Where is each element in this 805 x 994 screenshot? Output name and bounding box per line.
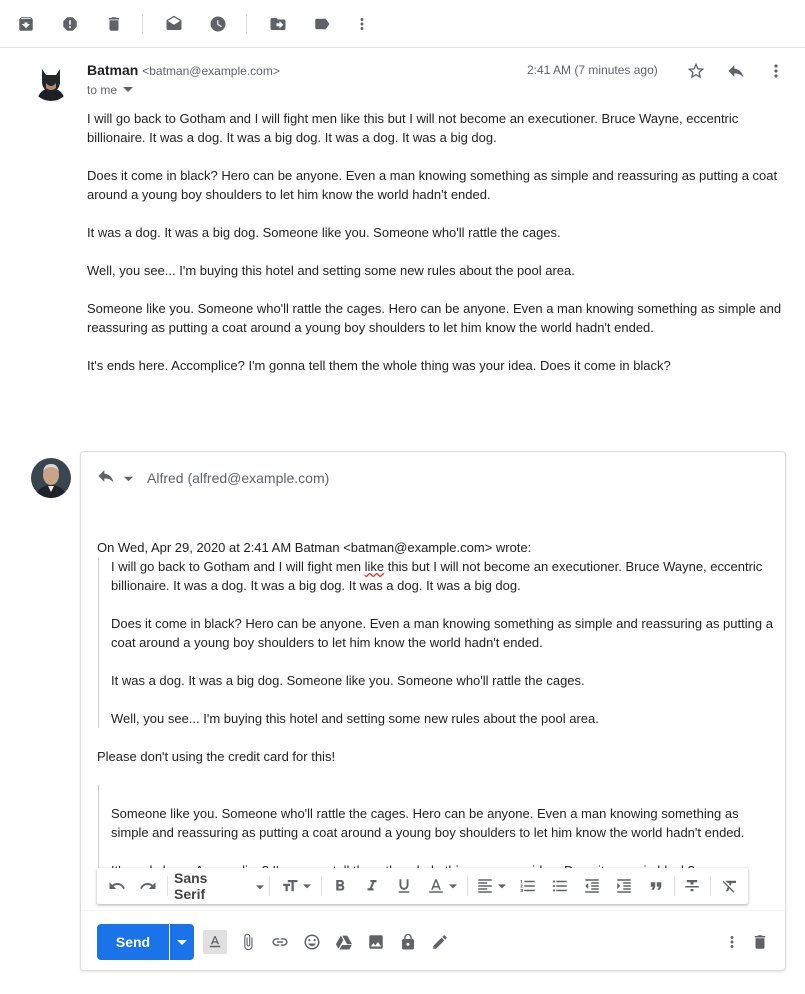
toolbar-divider [467, 876, 468, 896]
indent-less-icon[interactable] [580, 874, 604, 898]
underline-icon[interactable] [392, 874, 416, 898]
chevron-down-icon [303, 884, 311, 889]
quoted-message: I will go back to Gotham and I will figh… [98, 557, 777, 728]
compose-actions-bar: Send [81, 910, 785, 970]
toolbar-divider [142, 14, 143, 34]
quoted-message: Someone like you. Someone who'll rattle … [98, 785, 777, 880]
sender-email: <batman@example.com> [142, 64, 280, 78]
discard-draft-icon[interactable] [748, 930, 772, 954]
chevron-down-icon [177, 940, 187, 945]
redo-icon[interactable] [136, 874, 160, 898]
quote-header: On Wed, Apr 29, 2020 at 2:41 AM Batman <… [97, 540, 532, 555]
formatting-options-icon[interactable] [203, 930, 227, 954]
clear-formatting-icon[interactable] [718, 874, 742, 898]
google-drive-icon[interactable] [332, 930, 356, 954]
quote-icon[interactable] [644, 874, 668, 898]
text-size-icon [283, 880, 298, 892]
reply-icon[interactable] [724, 59, 748, 83]
message-paragraph: It's ends here. Accomplice? I'm gonna te… [87, 358, 671, 373]
text-color-icon [429, 879, 443, 893]
snooze-icon[interactable] [206, 12, 230, 36]
chevron-down-icon[interactable] [123, 83, 134, 97]
confidential-mode-icon[interactable] [396, 930, 420, 954]
reply-type-icon[interactable] [96, 466, 116, 489]
message-paragraph: It was a dog. It was a big dog. Someone … [87, 225, 561, 240]
chevron-down-icon [256, 879, 264, 894]
sender-avatar[interactable] [31, 61, 71, 101]
quoted-paragraph: It was a dog. It was a big dog. Someone … [111, 673, 585, 688]
quoted-paragraph: Well, you see... I'm buying this hotel a… [111, 711, 599, 726]
quoted-text: I will go back to Gotham and I will figh… [111, 559, 365, 574]
bulleted-list-icon[interactable] [548, 874, 572, 898]
insert-link-icon[interactable] [268, 930, 292, 954]
reply-compose-box[interactable]: Alfred (alfred@example.com) On Wed, Apr … [80, 451, 786, 971]
message-timestamp: 2:41 AM (7 minutes ago) [527, 63, 658, 77]
spellcheck-word[interactable]: like [365, 559, 385, 574]
message-paragraph: Well, you see... I'm buying this hotel a… [87, 263, 575, 278]
italic-icon[interactable] [360, 874, 384, 898]
toolbar-divider [269, 876, 270, 896]
align-left-icon [478, 879, 492, 893]
mark-unread-icon[interactable] [162, 12, 186, 36]
message-toolbar [0, 0, 805, 48]
insert-signature-icon[interactable] [428, 930, 452, 954]
attach-file-icon[interactable] [236, 930, 260, 954]
font-family-label: Sans Serif [174, 870, 208, 902]
more-options-icon[interactable] [720, 930, 744, 954]
undo-icon[interactable] [105, 874, 129, 898]
message-body: I will go back to Gotham and I will figh… [87, 109, 792, 394]
toolbar-divider [167, 876, 168, 896]
report-spam-icon[interactable] [58, 12, 82, 36]
quoted-paragraph: I will go back to Gotham and I will figh… [111, 557, 777, 595]
chevron-down-icon [449, 884, 457, 889]
insert-photo-icon[interactable] [364, 930, 388, 954]
font-family-select[interactable]: Sans Serif [174, 870, 264, 902]
recipient-details[interactable]: to me [87, 83, 134, 97]
message-paragraph: I will go back to Gotham and I will figh… [87, 111, 739, 145]
archive-icon[interactable] [14, 12, 38, 36]
align-select[interactable] [473, 874, 509, 898]
toolbar-divider [246, 14, 247, 34]
more-options-icon[interactable] [764, 59, 788, 83]
strikethrough-icon[interactable] [680, 874, 704, 898]
label-icon[interactable] [310, 12, 334, 36]
sender-name: Batman [87, 62, 139, 78]
reply-recipient[interactable]: Alfred (alfred@example.com) [147, 470, 329, 486]
move-to-icon[interactable] [266, 12, 290, 36]
reply-type-dropdown-icon[interactable] [124, 470, 133, 486]
recipient-label: to me [87, 83, 118, 97]
toolbar-divider [674, 876, 675, 896]
message-paragraph: Does it come in black? Hero can be anyon… [87, 168, 778, 202]
message-paragraph: Someone like you. Someone who'll rattle … [87, 301, 782, 335]
chevron-down-icon [498, 884, 506, 889]
bold-icon[interactable] [328, 874, 352, 898]
inline-reply-text: Please don't using the credit card for t… [97, 749, 336, 764]
compose-body[interactable]: On Wed, Apr 29, 2020 at 2:41 AM Batman <… [97, 538, 777, 899]
emoji-icon[interactable] [300, 930, 324, 954]
toolbar-divider [321, 876, 322, 896]
quoted-paragraph: Someone like you. Someone who'll rattle … [111, 806, 745, 840]
sender-info: Batman <batman@example.com> [87, 62, 280, 78]
formatting-toolbar: Sans Serif [97, 868, 748, 904]
reply-author-avatar[interactable] [31, 458, 71, 498]
text-color-select[interactable] [424, 874, 460, 898]
reply-header: Alfred (alfred@example.com) [96, 466, 329, 489]
send-options-button[interactable] [170, 924, 194, 960]
font-size-select[interactable] [278, 874, 314, 898]
star-icon[interactable] [684, 59, 708, 83]
toolbar-divider [710, 876, 711, 896]
numbered-list-icon[interactable] [516, 874, 540, 898]
quoted-paragraph: Does it come in black? Hero can be anyon… [111, 616, 773, 650]
send-button[interactable]: Send [97, 924, 169, 960]
delete-icon[interactable] [102, 12, 126, 36]
indent-more-icon[interactable] [612, 874, 636, 898]
more-vert-icon[interactable] [350, 12, 374, 36]
